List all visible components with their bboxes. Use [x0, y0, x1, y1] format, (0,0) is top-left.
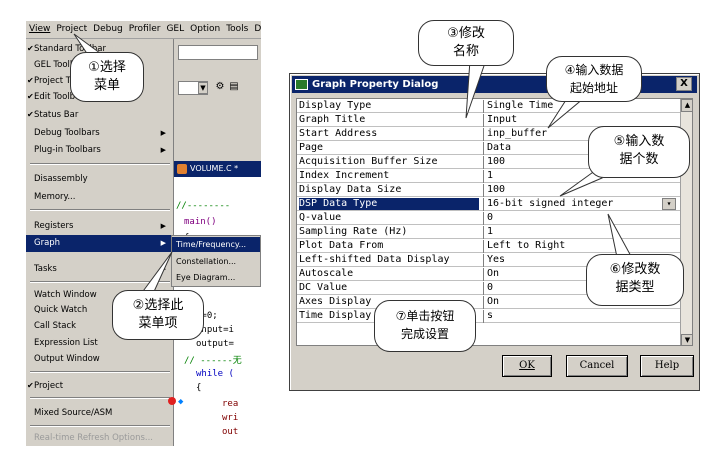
pointer-4	[547, 97, 586, 129]
pointer-3	[465, 59, 487, 119]
callout-3: ③修改 名称	[418, 20, 514, 66]
callout-6: ⑥修改数 据类型	[586, 254, 684, 306]
callout-7: ⑦单击按钮 完成设置	[374, 300, 476, 352]
callout-1: ①选择 菜单	[70, 52, 144, 102]
callout-4: ④输入数据 起始地址	[546, 56, 642, 102]
callout-5: ⑤输入数 据个数	[588, 126, 690, 178]
callout-2: ②选择此 菜单项	[112, 290, 204, 340]
